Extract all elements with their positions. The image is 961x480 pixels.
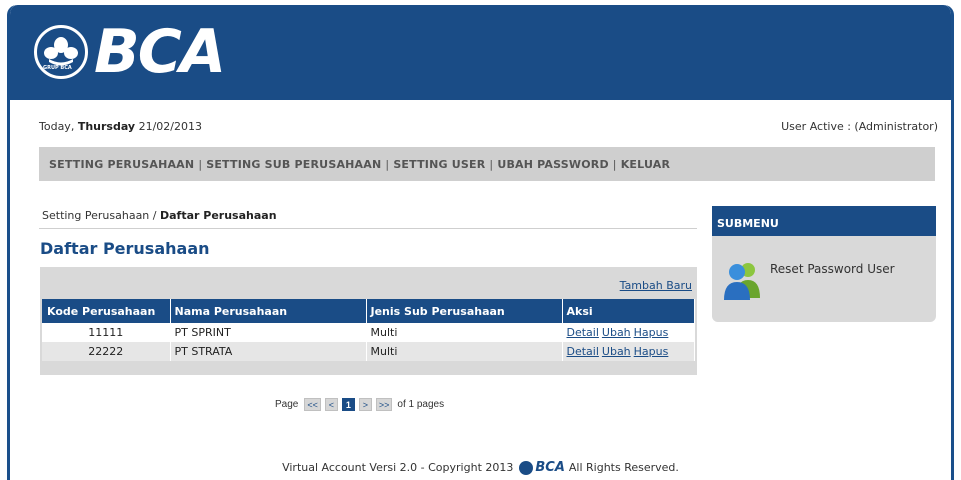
page-title: Daftar Perusahaan <box>40 239 210 258</box>
menu-separator: | <box>489 157 494 171</box>
cell-type: Multi <box>366 342 563 361</box>
date-prefix: Today, <box>39 120 78 133</box>
breadcrumb-current: Daftar Perusahaan <box>160 209 277 222</box>
menu-separator: | <box>612 157 617 171</box>
footer-brand: BCA <box>535 460 565 475</box>
cell-code: 22222 <box>42 342 171 361</box>
footer: Virtual Account Versi 2.0 - Copyright 20… <box>10 460 951 475</box>
date-display: Today, Thursday 21/02/2013 <box>39 120 202 133</box>
menu-setting-perusahaan[interactable]: SETTING PERUSAHAAN <box>49 158 194 171</box>
date-day: Thursday <box>77 120 136 133</box>
table-row: 11111 PT SPRINT Multi Detail Ubah Hapus <box>42 323 695 342</box>
logo-text: BCA <box>94 17 226 87</box>
user-active-label: User Active : (Administrator) <box>781 120 938 133</box>
submenu-title: SUBMENU <box>712 206 936 236</box>
detail-link[interactable]: Detail <box>567 326 599 339</box>
footer-rights: All Rights Reserved. <box>568 461 679 474</box>
reset-password-user-link[interactable]: Reset Password User <box>770 262 895 276</box>
cell-actions: Detail Ubah Hapus <box>562 342 695 361</box>
top-menu: SETTING PERUSAHAAN | SETTING SUB PERUSAH… <box>39 147 935 181</box>
cell-name: PT STRATA <box>170 342 367 361</box>
pager-next-button[interactable]: > <box>358 398 372 411</box>
users-icon <box>722 258 762 300</box>
add-new-link[interactable]: Tambah Baru <box>620 279 692 292</box>
breadcrumb: Setting Perusahaan / Daftar Perusahaan <box>42 209 277 222</box>
delete-link[interactable]: Hapus <box>634 326 669 339</box>
bca-small-emblem-icon <box>519 460 534 475</box>
pager-last-button[interactable]: >> <box>375 398 393 411</box>
pager-current-page[interactable]: 1 <box>341 398 355 411</box>
menu-setting-sub-perusahaan[interactable]: SETTING SUB PERUSAHAAN <box>206 158 381 171</box>
breadcrumb-separator: / <box>149 209 160 222</box>
table-row: 22222 PT STRATA Multi Detail Ubah Hapus <box>42 342 695 361</box>
pagination: Page << < 1 > >> of 1 pages <box>275 398 444 411</box>
menu-keluar[interactable]: KELUAR <box>621 158 670 171</box>
pager-label: Page <box>275 399 299 410</box>
menu-setting-user[interactable]: SETTING USER <box>393 158 485 171</box>
breadcrumb-divider <box>39 228 697 229</box>
column-header-name: Nama Perusahaan <box>170 299 367 323</box>
menu-separator: | <box>198 157 203 171</box>
submenu-panel: SUBMENU Reset Password User <box>712 206 936 322</box>
delete-link[interactable]: Hapus <box>634 345 669 358</box>
pager-first-button[interactable]: << <box>304 398 321 411</box>
pager-prev-button[interactable]: < <box>324 398 338 411</box>
bca-emblem-icon: GRUP BCA <box>34 25 88 79</box>
app-frame: GRUP BCA BCA Today, Thursday 21/02/2013 … <box>7 5 954 480</box>
edit-link[interactable]: Ubah <box>602 326 631 339</box>
header-banner: GRUP BCA BCA <box>10 5 951 100</box>
column-header-code: Kode Perusahaan <box>42 299 171 323</box>
bca-logo: GRUP BCA BCA <box>34 17 226 87</box>
menu-separator: | <box>385 157 390 171</box>
date-value: 21/02/2013 <box>138 120 202 133</box>
emblem-text: GRUP BCA <box>43 65 72 71</box>
breadcrumb-parent[interactable]: Setting Perusahaan <box>42 209 149 222</box>
cell-actions: Detail Ubah Hapus <box>562 323 695 342</box>
company-grid: Tambah Baru Kode Perusahaan Nama Perusah… <box>40 267 697 375</box>
edit-link[interactable]: Ubah <box>602 345 631 358</box>
cell-type: Multi <box>366 323 563 342</box>
cell-code: 11111 <box>42 323 171 342</box>
company-table: Kode Perusahaan Nama Perusahaan Jenis Su… <box>42 299 695 361</box>
column-header-actions: Aksi <box>562 299 695 323</box>
footer-copyright: Virtual Account Versi 2.0 - Copyright 20… <box>282 461 514 474</box>
detail-link[interactable]: Detail <box>567 345 599 358</box>
column-header-type: Jenis Sub Perusahaan <box>366 299 563 323</box>
cell-name: PT SPRINT <box>170 323 367 342</box>
pager-suffix: of 1 pages <box>397 399 445 410</box>
menu-ubah-password[interactable]: UBAH PASSWORD <box>497 158 608 171</box>
